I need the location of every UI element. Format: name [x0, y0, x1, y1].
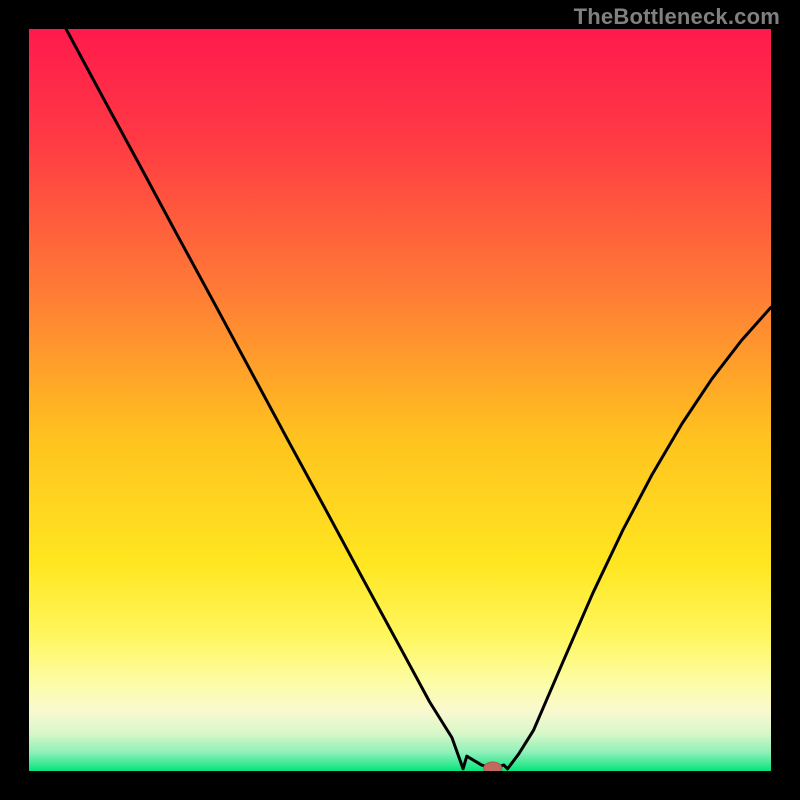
optimal-point-marker [484, 762, 502, 771]
gradient-background [29, 29, 771, 771]
chart-frame: TheBottleneck.com [0, 0, 800, 800]
bottleneck-chart [29, 29, 771, 771]
watermark-text: TheBottleneck.com [574, 4, 780, 30]
